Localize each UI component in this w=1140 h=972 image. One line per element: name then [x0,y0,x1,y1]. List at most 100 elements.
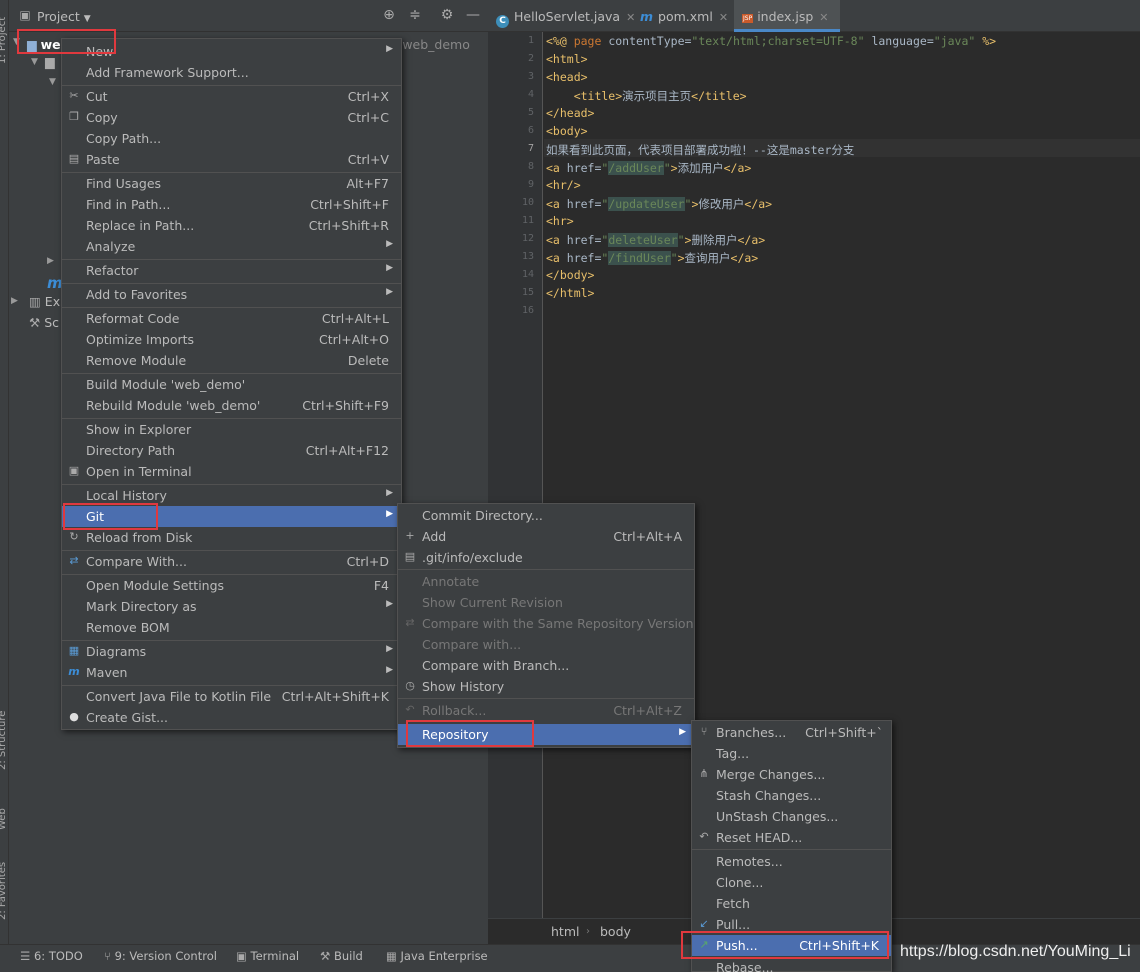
libraries-icon: ▥ [29,294,41,309]
line-number: 16 [521,305,534,316]
submenu-arrow-icon: ▶ [386,665,393,675]
menu-item-optimize-imports[interactable]: Optimize Imports Ctrl+Alt+O [62,329,401,350]
compare-icon: ⇄ [69,554,79,567]
submenu-arrow-icon: ▶ [386,239,393,249]
menu-item-cut[interactable]: ✂ Cut Ctrl+X [62,86,401,107]
close-icon[interactable]: ✕ [719,11,728,24]
menu-item-create-gist[interactable]: ● Create Gist... [62,707,401,728]
tree-expand-arrow[interactable]: ▼ [49,77,56,87]
line-number: 1 [527,35,534,46]
build-tool-button[interactable]: ⚒ Build [320,949,363,963]
scratches-row[interactable]: ⚒ Sc [29,315,59,330]
scissors-icon: ✂ [69,89,79,102]
menu-item-git-add[interactable]: + Add Ctrl+Alt+A [398,526,694,547]
menu-item-directory-path[interactable]: Directory Path Ctrl+Alt+F12 [62,440,401,461]
menu-item-merge-changes[interactable]: ⋔ Merge Changes... [692,764,891,785]
menu-item-compare-with-branch[interactable]: Compare with Branch... [398,655,694,676]
code-line: <hr/> [546,178,581,192]
plus-icon: + [405,529,415,542]
menu-item-rebase[interactable]: Rebase... [692,957,891,972]
menu-item-show-in-explorer[interactable]: Show in Explorer [62,419,401,440]
menu-item-compare-with[interactable]: Compare with... [398,634,694,655]
menu-item-analyze[interactable]: Analyze ▶ [62,236,401,257]
menu-item-remove-bom[interactable]: Remove BOM [62,617,401,638]
left-tool-strip: 1: Project 2: Structure Web 2: Favorites [0,0,9,944]
context-menu: New ▶ Add Framework Support... ✂ Cut Ctrl+X… [61,38,402,730]
breadcrumb-html[interactable]: html [551,924,579,939]
line-number: 5 [527,107,534,118]
line-number: 11 [521,215,534,226]
menu-item-annotate[interactable]: Annotate [398,571,694,592]
submenu-arrow-icon: ▶ [386,599,393,609]
menu-item-show-history[interactable]: ◷ Show History [398,676,694,697]
menu-item-reformat-code[interactable]: Reformat Code Ctrl+Alt+L [62,308,401,329]
menu-item-refactor[interactable]: Refactor ▶ [62,260,401,281]
menu-item-rebuild-module[interactable]: Rebuild Module 'web_demo' Ctrl+Shift+F9 [62,395,401,416]
menu-item-remotes[interactable]: Remotes... [692,851,891,872]
menu-item-unstash-changes[interactable]: UnStash Changes... [692,806,891,827]
menu-item-open-module-settings[interactable]: Open Module Settings F4 [62,575,401,596]
menu-separator [692,849,891,850]
menu-item-rollback[interactable]: ↶ Rollback... Ctrl+Alt+Z [398,700,694,721]
tree-expand-arrow[interactable]: ▼ [31,57,38,67]
project-view-title: Project [37,9,80,24]
tab-pom-xml[interactable]: m pom.xml ✕ [640,0,732,32]
external-libraries-row[interactable]: ▥ Ex [29,294,60,309]
menu-item-maven[interactable]: m Maven ▶ [62,662,401,683]
tab-hello-servlet[interactable]: C HelloServlet.java ✕ [496,0,636,32]
menu-item-build-module[interactable]: Build Module 'web_demo' [62,374,401,395]
breadcrumb-body[interactable]: body [600,924,631,939]
collapse-all-icon[interactable]: ≑ [407,7,423,23]
menu-item-find-in-path[interactable]: Find in Path... Ctrl+Shift+F [62,194,401,215]
menu-item-branches[interactable]: ⑂ Branches... Ctrl+Shift+` [692,722,891,743]
list-icon: ☰ [20,949,31,963]
menu-item-diagrams[interactable]: ▦ Diagrams ▶ [62,641,401,662]
menu-item-show-current-revision[interactable]: Show Current Revision [398,592,694,613]
version-control-tool-button[interactable]: ⑂ 9: Version Control [104,949,217,963]
menu-item-compare-same-repo[interactable]: ⇄ Compare with the Same Repository Versio… [398,613,694,634]
terminal-tool-button[interactable]: ▣ Terminal [236,949,299,963]
tree-collapse-arrow[interactable]: ▶ [47,256,54,266]
gear-icon[interactable]: ⚙ [439,7,455,23]
close-icon[interactable]: ✕ [819,11,828,24]
submenu-arrow-icon: ▶ [386,509,393,519]
menu-item-mark-directory-as[interactable]: Mark Directory as ▶ [62,596,401,617]
project-view-selector[interactable]: Project ▼ [37,9,91,24]
menu-item-reload-from-disk[interactable]: ↻ Reload from Disk [62,527,401,548]
line-number: 9 [527,179,534,190]
scratches-label: Sc [44,315,60,330]
menu-item-git-info-exclude[interactable]: ▤ .git/info/exclude [398,547,694,568]
menu-item-copy-path[interactable]: Copy Path... [62,128,401,149]
tab-label: pom.xml [658,9,713,24]
java-enterprise-tool-button[interactable]: ▦ Java Enterprise [386,949,488,963]
menu-item-paste[interactable]: ▤ Paste Ctrl+V [62,149,401,170]
menu-item-stash-changes[interactable]: Stash Changes... [692,785,891,806]
todo-tool-button[interactable]: ☰ 6: TODO [20,949,83,963]
locate-icon[interactable]: ⊕ [381,7,397,23]
tab-index-jsp[interactable]: JSP index.jsp ✕ [734,0,840,32]
menu-item-commit-directory[interactable]: Commit Directory... [398,505,694,526]
reload-icon: ↻ [69,530,79,543]
menu-item-tag[interactable]: Tag... [692,743,891,764]
menu-item-clone[interactable]: Clone... [692,872,891,893]
menu-item-fetch[interactable]: Fetch [692,893,891,914]
menu-item-open-in-terminal[interactable]: ▣ Open in Terminal [62,461,401,482]
version-control-label: 9: Version Control [114,949,217,963]
menu-item-replace-in-path[interactable]: Replace in Path... Ctrl+Shift+R [62,215,401,236]
code-line: <a href="/findUser">查询用户</a> [546,251,759,265]
line-number: 15 [521,287,534,298]
hide-icon[interactable]: — [465,7,481,23]
menu-item-convert-java-kotlin[interactable]: Convert Java File to Kotlin File Ctrl+Alt… [62,686,401,707]
close-icon[interactable]: ✕ [626,11,635,24]
menu-item-find-usages[interactable]: Find Usages Alt+F7 [62,173,401,194]
tree-collapse-arrow[interactable]: ▶ [11,296,18,306]
menu-item-remove-module[interactable]: Remove Module Delete [62,350,401,371]
menu-item-add-to-favorites[interactable]: Add to Favorites ▶ [62,284,401,305]
menu-item-add-framework-support[interactable]: Add Framework Support... [62,62,401,83]
undo-icon: ↶ [699,830,709,843]
menu-item-copy[interactable]: ❐ Copy Ctrl+C [62,107,401,128]
menu-item-compare-with[interactable]: ⇄ Compare With... Ctrl+D [62,551,401,572]
code-line: <%@ page contentType="text/html;charset=… [546,34,997,48]
copy-icon: ❐ [69,110,79,123]
menu-item-reset-head[interactable]: ↶ Reset HEAD... [692,827,891,848]
